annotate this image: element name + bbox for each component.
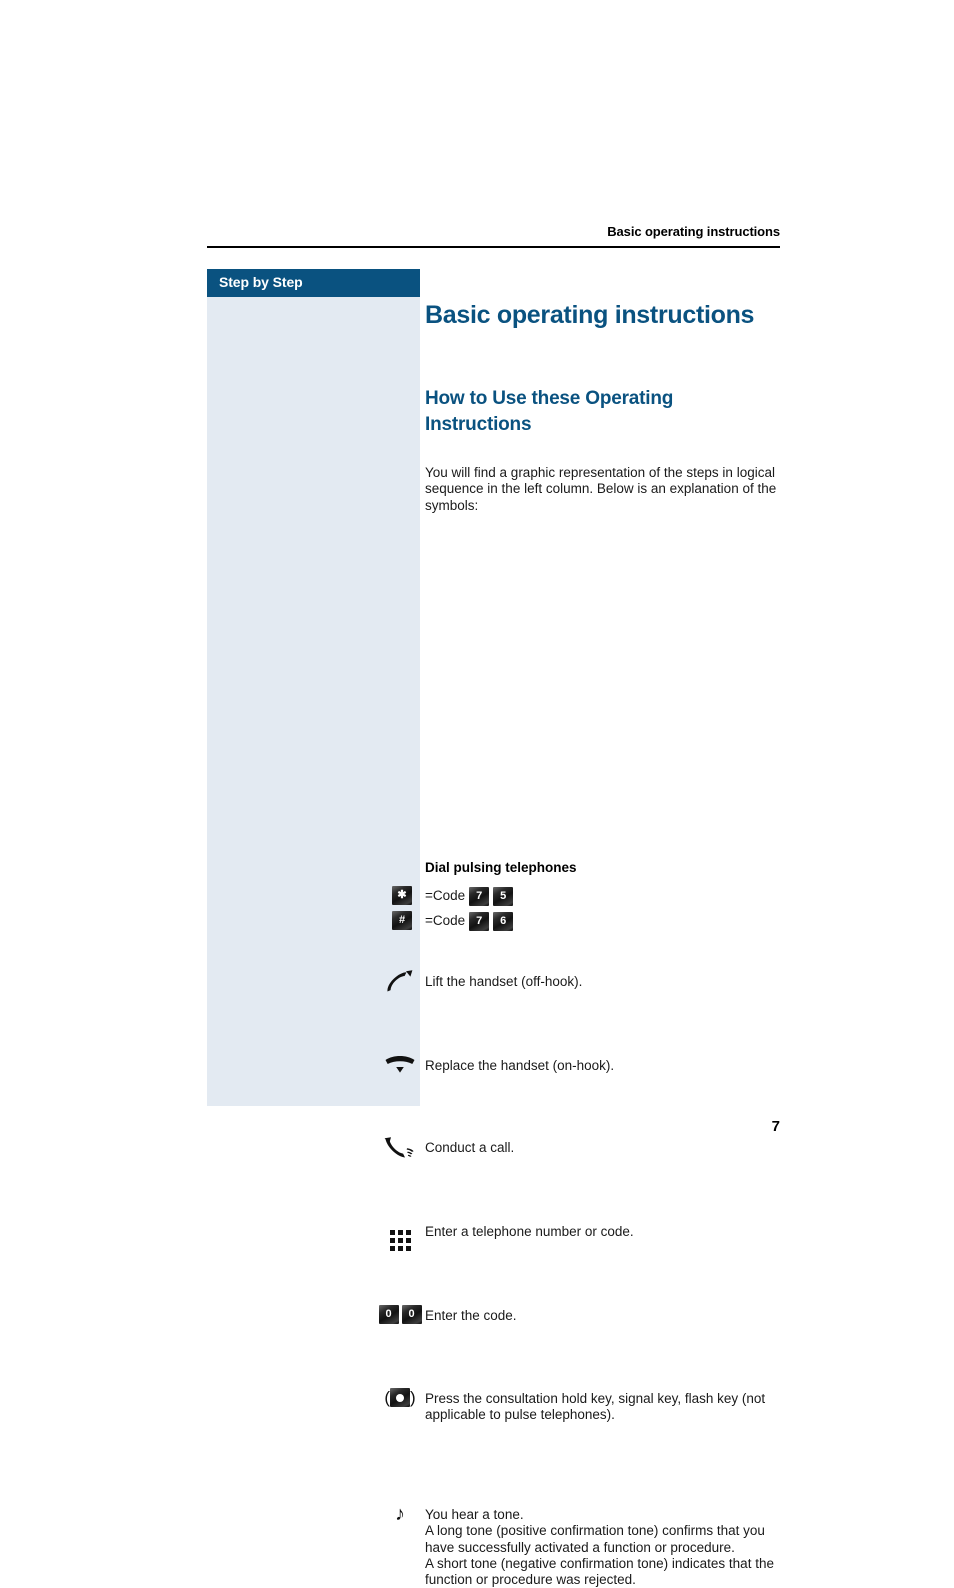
legend-text-lift-handset: Lift the handset (off-hook). — [425, 974, 583, 989]
hash-row-label: =Code — [425, 913, 466, 928]
key-zero-first: 0 — [378, 1305, 399, 1324]
header-rule — [207, 246, 780, 248]
legend-text-enter-number: Enter a telephone number or code. — [425, 1224, 634, 1239]
legend-text-tone: You hear a tone. A long tone (positive c… — [425, 1507, 774, 1588]
dial-pulsing-star-key: ✱ — [392, 886, 412, 905]
handset-replaced-icon — [368, 1056, 432, 1076]
content-column: Basic operating instructions How to Use … — [425, 300, 781, 514]
dial-pulsing-heading: Dial pulsing telephones — [425, 860, 577, 875]
music-note-glyph: ♪ — [395, 1503, 405, 1525]
step-by-step-header: Step by Step — [207, 269, 420, 297]
section-heading: How to Use these Operating Instructions — [425, 388, 674, 435]
consultation-hold-key-icon: () — [368, 1388, 432, 1407]
star-row-label: =Code — [425, 888, 466, 903]
dial-pulsing-hash-key: # — [392, 911, 412, 930]
star-code-digit-1: 7 — [469, 886, 490, 906]
star-code-digit-2: 5 — [493, 886, 514, 906]
handset-lifted-icon — [368, 970, 432, 994]
hash-key-chip: # — [392, 911, 412, 930]
page-number: 7 — [771, 1118, 780, 1135]
dial-pulsing-hash-row: =Code 7 6 — [425, 911, 514, 931]
dial-pulsing-star-row: =Code 7 5 — [425, 886, 514, 906]
zero-zero-keys-icon: 00 — [368, 1305, 432, 1324]
hash-code-digit-1: 7 — [469, 911, 490, 931]
legend-text-enter-code: Enter the code. — [425, 1308, 517, 1323]
legend-text-consultation-hold: Press the consultation hold key, signal … — [425, 1391, 766, 1423]
key-zero-second: 0 — [401, 1305, 422, 1324]
hold-key-chip — [390, 1388, 410, 1407]
dial-keypad-icon — [368, 1222, 432, 1251]
legend-text-replace-handset: Replace the handset (on-hook). — [425, 1058, 615, 1073]
dial-pulsing-section: Dial pulsing telephones — [425, 860, 781, 875]
music-note-icon: ♪ — [368, 1504, 432, 1525]
page-title: Basic operating instructions — [425, 301, 755, 329]
star-key-chip: ✱ — [392, 886, 412, 905]
step-by-step-label: Step by Step — [219, 274, 303, 290]
right-paren-glyph: ) — [410, 1388, 416, 1407]
hash-code-digit-2: 6 — [493, 911, 514, 931]
legend-text-conduct-call: Conduct a call. — [425, 1140, 515, 1155]
handset-conversation-icon — [368, 1136, 432, 1160]
running-header: Basic operating instructions — [607, 224, 780, 239]
intro-paragraph: You will find a graphic representation o… — [425, 465, 777, 513]
